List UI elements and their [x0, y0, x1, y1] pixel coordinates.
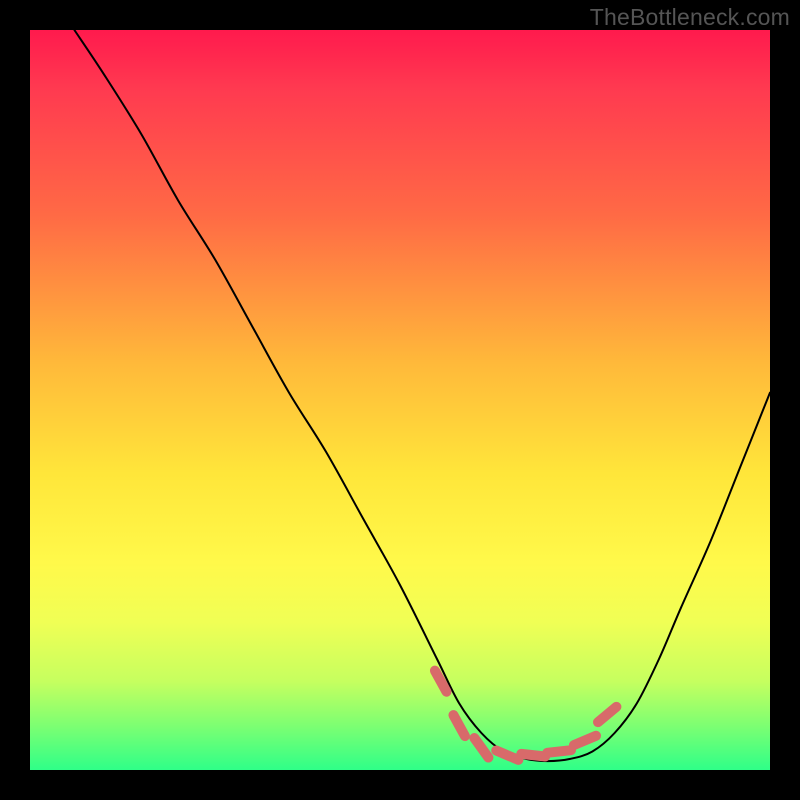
valley-dash: [598, 707, 616, 722]
bottleneck-curve: [74, 30, 770, 761]
valley-dash: [574, 736, 596, 745]
valley-dash: [547, 750, 571, 753]
watermark-label: TheBottleneck.com: [590, 4, 790, 31]
valley-dash: [474, 738, 488, 757]
chart-frame: TheBottleneck.com: [0, 0, 800, 800]
plot-area: [30, 30, 770, 770]
chart-svg: [30, 30, 770, 770]
valley-dash-group: [435, 671, 617, 760]
valley-dash: [496, 751, 518, 760]
valley-dash: [521, 754, 545, 757]
valley-dash: [453, 715, 465, 736]
